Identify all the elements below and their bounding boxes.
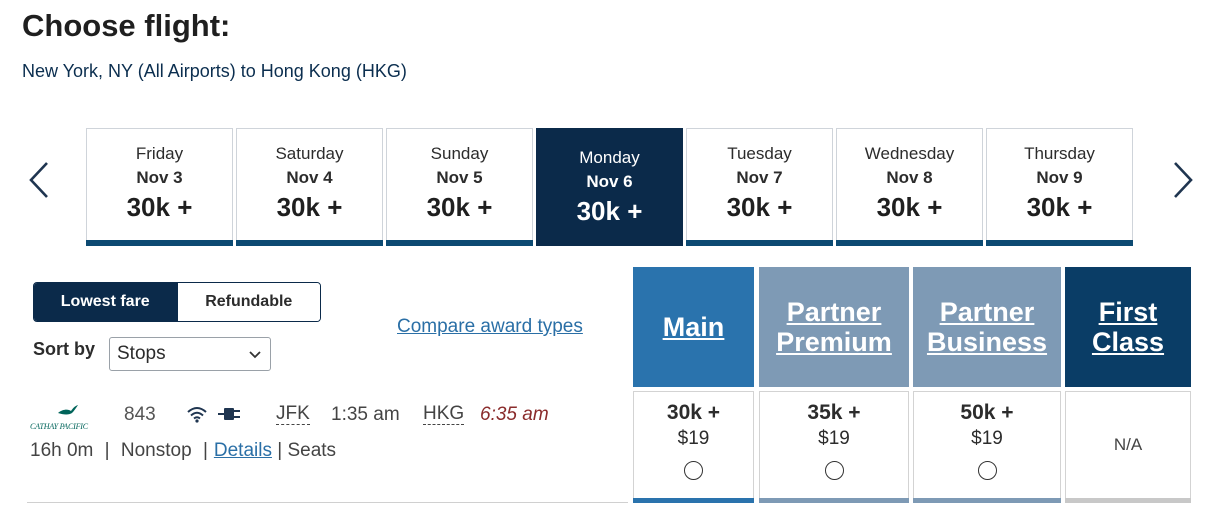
airline-logo-text: CATHAY PACIFIC [30,422,88,431]
fare-header-label: Partner Premium [776,297,892,357]
date-tab-day: Saturday [275,144,344,163]
fare-radio[interactable] [684,461,703,480]
refundable-toggle[interactable]: Refundable [176,283,320,321]
date-tab-date: Nov 4 [286,168,333,187]
fare-header-label: Main [662,312,725,342]
date-tab-nov-8[interactable]: Wednesday Nov 8 30k + [836,128,983,246]
date-tab-nov-7[interactable]: Tuesday Nov 7 30k + [686,128,833,246]
fare-header-label: First Class [1091,297,1165,357]
flight-number: 843 [124,404,156,425]
date-tab-price: 30k + [726,192,793,222]
separator: | [277,440,283,461]
arrival-time: 6:35 am [480,404,549,425]
fare-option-first-class: N/A [1065,391,1191,503]
date-tab-price: 30k + [1026,192,1093,222]
chevron-left-icon [29,162,48,198]
date-tab-price: 30k + [576,196,643,226]
fare-cell-bar [633,498,754,503]
power-outlet-icon [218,408,240,420]
lowest-fare-toggle[interactable]: Lowest fare [34,283,177,321]
fare-option-main[interactable]: 30k + $19 [633,391,754,503]
fare-option-partner-premium[interactable]: 35k + $19 [759,391,909,503]
seats-link[interactable]: Seats [287,440,336,461]
fare-price: 35k + [807,401,861,424]
date-tab-price: 30k + [276,192,343,222]
date-tab-nov-5[interactable]: Sunday Nov 5 30k + [386,128,533,246]
date-tab-date: Nov 6 [586,172,633,191]
chevron-right-icon [1174,162,1193,198]
date-tab-day: Tuesday [727,144,792,163]
date-tab-date: Nov 3 [136,168,183,187]
date-tab-nov-9[interactable]: Thursday Nov 9 30k + [986,128,1133,246]
sort-by-value: Stops [117,343,166,364]
fare-tax: $19 [677,428,710,449]
origin-airport[interactable]: JFK [276,404,310,425]
fare-option-partner-business[interactable]: 50k + $19 [913,391,1061,503]
fare-cell-bar [913,498,1061,503]
fare-header-label: Partner Business [926,297,1048,357]
compare-award-types-link[interactable]: Compare award types [397,316,583,338]
departure-time: 1:35 am [331,404,400,425]
date-tab-day: Wednesday [864,144,955,163]
fare-header-main[interactable]: Main [633,267,754,387]
sort-by-label: Sort by [33,339,96,359]
fare-radio[interactable] [977,461,997,480]
destination-airport[interactable]: HKG [423,404,465,425]
date-tab-day: Thursday [1024,144,1095,163]
separator: | [104,440,110,461]
date-tab-date: Nov 5 [436,168,483,187]
flight-meta: 16h 0m | Nonstop | Details | Seats [30,440,336,462]
separator: | [202,440,208,461]
date-tab-day: Friday [135,144,184,163]
flight-duration: 16h 0m [30,440,94,461]
date-tab-date: Nov 7 [736,168,783,187]
date-tab-nov-6[interactable]: Monday Nov 6 30k + [536,128,683,246]
fare-cell-bar [1065,498,1191,503]
flight-stops: Nonstop [120,440,192,461]
wifi-icon [187,407,207,423]
chevron-down-icon [249,351,261,359]
date-tab-nov-3[interactable]: Friday Nov 3 30k + [86,128,233,246]
fare-tax: $19 [818,428,850,449]
date-tab-nov-4[interactable]: Saturday Nov 4 30k + [236,128,383,246]
date-tab-date: Nov 8 [886,168,933,187]
sort-by-select[interactable]: Stops [109,337,271,371]
date-tab-price: 30k + [426,192,493,222]
fare-price: 30k + [666,401,721,424]
fare-type-toggle: Lowest fare Refundable [33,282,321,322]
date-tab-day: Sunday [430,144,489,163]
fare-tax: $19 [971,428,1003,449]
airline-logo: CATHAY PACIFIC [30,404,108,434]
route-subtitle: New York, NY (All Airports) to Hong Kong… [22,61,407,81]
cathay-pacific-logo-icon [58,405,78,415]
page-title: Choose flight: [22,8,231,43]
fare-unavailable: N/A [1113,435,1143,454]
date-tab-price: 30k + [876,192,943,222]
date-tab-price: 30k + [126,192,193,222]
fare-header-partner-premium[interactable]: Partner Premium [759,267,909,387]
details-link[interactable]: Details [214,440,272,461]
fare-price: 50k + [960,401,1014,424]
fare-header-first-class[interactable]: First Class [1065,267,1191,387]
prev-dates-button[interactable] [26,160,52,200]
next-dates-button[interactable] [1170,160,1196,200]
fare-cell-bar [759,498,909,503]
date-tab-date: Nov 9 [1036,168,1083,187]
row-divider [27,502,628,503]
fare-header-partner-business[interactable]: Partner Business [913,267,1061,387]
date-tab-day: Monday [579,148,640,167]
fare-radio[interactable] [824,461,844,480]
